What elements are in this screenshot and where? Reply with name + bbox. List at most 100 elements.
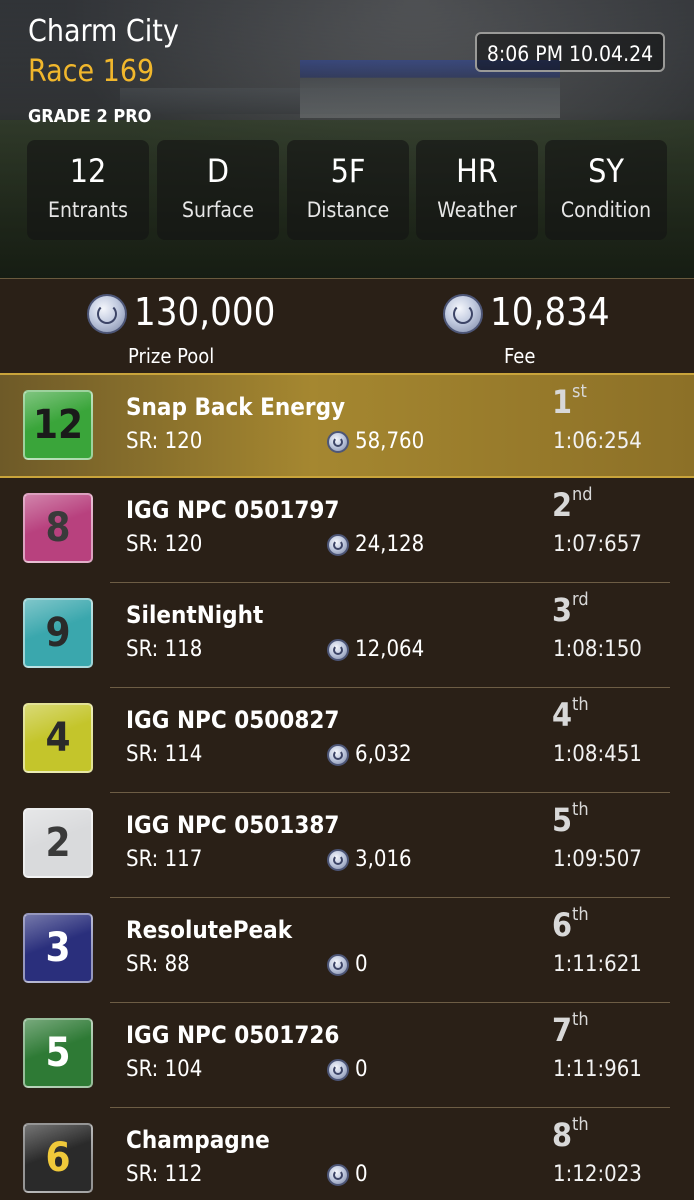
horse-name: IGG NPC 0501726 xyxy=(126,1021,340,1049)
stat-distance: 5F Distance xyxy=(287,140,409,240)
horse-name: Snap Back Energy xyxy=(126,393,346,421)
speed-rating: SR: 120 xyxy=(126,429,203,454)
place-number: 1 xyxy=(552,383,573,421)
finish-time: 1:08:150 xyxy=(553,637,642,662)
result-row[interactable]: 12 Snap Back Energy SR: 120 58,760 1st 1… xyxy=(0,373,694,478)
place-number: 8 xyxy=(552,1116,573,1154)
stat-weather: HR Weather xyxy=(416,140,538,240)
race-header: Charm City Race 169 GRADE 2 PRO 8:06 PM … xyxy=(0,0,694,279)
finish-place: 2nd xyxy=(552,484,593,524)
finish-time: 1:07:657 xyxy=(553,532,642,557)
stat-label: Entrants xyxy=(48,198,128,222)
earnings: 0 xyxy=(355,952,368,977)
stat-value: 12 xyxy=(69,152,107,190)
race-datetime: 8:06 PM 10.04.24 xyxy=(475,32,665,72)
gate-badge: 6 xyxy=(23,1123,93,1193)
earnings: 6,032 xyxy=(355,742,412,767)
place-suffix: th xyxy=(572,904,589,926)
gate-badge: 5 xyxy=(23,1018,93,1088)
earnings: 58,760 xyxy=(355,429,425,454)
finish-place: 6th xyxy=(552,904,589,944)
stat-label: Distance xyxy=(306,198,390,222)
coin-icon xyxy=(327,849,349,871)
coin-icon xyxy=(327,1059,349,1081)
prize-pool-amount: 130,000 xyxy=(134,290,276,334)
result-row[interactable]: 3 ResolutePeak SR: 88 0 6th 1:11:621 xyxy=(0,898,694,1003)
place-number: 7 xyxy=(552,1011,573,1049)
horse-name: SilentNight xyxy=(126,601,264,629)
gate-badge: 3 xyxy=(23,913,93,983)
result-row[interactable]: 6 Champagne SR: 112 0 8th 1:12:023 xyxy=(0,1108,694,1200)
gate-badge: 12 xyxy=(23,390,93,460)
place-number: 5 xyxy=(552,801,573,839)
coin-icon xyxy=(87,294,127,334)
finish-place: 8th xyxy=(552,1114,589,1154)
horse-name: Champagne xyxy=(126,1126,270,1154)
result-row[interactable]: 8 IGG NPC 0501797 SR: 120 24,128 2nd 1:0… xyxy=(0,478,694,583)
finish-time: 1:12:023 xyxy=(553,1162,642,1187)
speed-rating: SR: 117 xyxy=(126,847,203,872)
race-name: Race 169 xyxy=(28,54,155,89)
horse-name: IGG NPC 0501387 xyxy=(126,811,340,839)
finish-time: 1:06:254 xyxy=(553,429,642,454)
gate-badge: 9 xyxy=(23,598,93,668)
finish-place: 1st xyxy=(552,381,587,421)
horse-name: ResolutePeak xyxy=(126,916,293,944)
speed-rating: SR: 112 xyxy=(126,1162,203,1187)
place-suffix: th xyxy=(572,694,589,716)
finish-place: 7th xyxy=(552,1009,589,1049)
place-suffix: th xyxy=(572,1009,589,1031)
place-number: 4 xyxy=(552,696,573,734)
coin-icon xyxy=(327,744,349,766)
stat-label: Weather xyxy=(437,198,517,222)
earnings: 12,064 xyxy=(355,637,425,662)
stat-label: Surface xyxy=(182,198,254,222)
coin-icon xyxy=(327,639,349,661)
place-suffix: nd xyxy=(572,484,593,506)
finish-place: 5th xyxy=(552,799,589,839)
place-suffix: rd xyxy=(572,589,589,611)
finish-place: 3rd xyxy=(552,589,589,629)
stat-value: SY xyxy=(588,152,624,190)
speed-rating: SR: 88 xyxy=(126,952,190,977)
horse-name: IGG NPC 0501797 xyxy=(126,496,340,524)
finish-place: 4th xyxy=(552,694,589,734)
stat-entrants: 12 Entrants xyxy=(27,140,149,240)
earnings: 0 xyxy=(355,1057,368,1082)
place-suffix: st xyxy=(572,381,587,403)
place-suffix: th xyxy=(572,799,589,821)
earnings: 3,016 xyxy=(355,847,412,872)
speed-rating: SR: 118 xyxy=(126,637,203,662)
gate-badge: 4 xyxy=(23,703,93,773)
result-row[interactable]: 4 IGG NPC 0500827 SR: 114 6,032 4th 1:08… xyxy=(0,688,694,793)
earnings: 24,128 xyxy=(355,532,425,557)
stat-condition: SY Condition xyxy=(545,140,667,240)
result-row[interactable]: 9 SilentNight SR: 118 12,064 3rd 1:08:15… xyxy=(0,583,694,688)
track-name: Charm City xyxy=(28,14,179,49)
earnings: 0 xyxy=(355,1162,368,1187)
coin-icon xyxy=(443,294,483,334)
prize-pool-label: Prize Pool xyxy=(128,344,215,368)
result-row[interactable]: 2 IGG NPC 0501387 SR: 117 3,016 5th 1:09… xyxy=(0,793,694,898)
fee-label: Fee xyxy=(504,344,536,368)
fee-amount: 10,834 xyxy=(490,290,610,334)
gate-badge: 2 xyxy=(23,808,93,878)
speed-rating: SR: 120 xyxy=(126,532,203,557)
stat-surface: D Surface xyxy=(157,140,279,240)
stat-value: D xyxy=(206,152,230,190)
stat-label: Condition xyxy=(560,198,652,222)
result-row[interactable]: 5 IGG NPC 0501726 SR: 104 0 7th 1:11:961 xyxy=(0,1003,694,1108)
finish-time: 1:09:507 xyxy=(553,847,642,872)
place-suffix: th xyxy=(572,1114,589,1136)
place-number: 3 xyxy=(552,591,573,629)
finish-time: 1:11:621 xyxy=(553,952,642,977)
stat-value: HR xyxy=(456,152,498,190)
horse-name: IGG NPC 0500827 xyxy=(126,706,340,734)
speed-rating: SR: 104 xyxy=(126,1057,203,1082)
gate-badge: 8 xyxy=(23,493,93,563)
coin-icon xyxy=(327,954,349,976)
finish-time: 1:08:451 xyxy=(553,742,642,767)
speed-rating: SR: 114 xyxy=(126,742,203,767)
place-number: 2 xyxy=(552,486,573,524)
coin-icon xyxy=(327,1164,349,1186)
